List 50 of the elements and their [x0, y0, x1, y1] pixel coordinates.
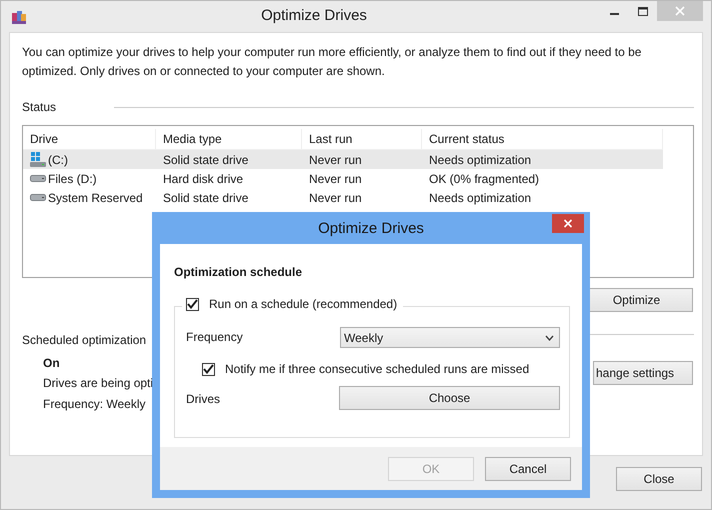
- column-header[interactable]: Media type: [156, 129, 302, 149]
- app-icon: [11, 9, 27, 25]
- maximize-icon: [638, 7, 648, 16]
- schedule-info: Frequency: Weekly: [43, 396, 146, 413]
- checkbox-label: Run on a schedule (recommended): [209, 297, 398, 311]
- section-label: Status: [22, 100, 56, 114]
- column-header[interactable]: Drive: [23, 129, 156, 149]
- column-header[interactable]: Last run: [302, 129, 422, 149]
- drive-icon: [30, 175, 46, 182]
- table-cell: System Reserved: [48, 190, 143, 204]
- table-cell-text: Never run: [308, 152, 363, 166]
- schedule-info: Drives are being opti: [43, 375, 154, 392]
- dialog-button[interactable]: Cancel: [485, 456, 571, 480]
- dialog-heading: Optimization schedule: [174, 265, 304, 279]
- windows-drive-icon: [30, 152, 46, 167]
- close-icon: [657, 1, 703, 21]
- checkbox[interactable]: [186, 298, 199, 310]
- close-button[interactable]: Close: [616, 467, 702, 491]
- window-title: Optimize Drives: [260, 6, 368, 24]
- field-label: Frequency: [186, 330, 243, 344]
- drive-row[interactable]: System Reserved Solid state drive Never run Needs optimization: [23, 188, 663, 207]
- drive-row[interactable]: (C:) Solid state drive Never run Needs optimization: [23, 150, 663, 169]
- column-header[interactable]: Current status: [422, 129, 663, 149]
- change-settings-button[interactable]: hange settings: [593, 361, 693, 385]
- dialog-title: Optimize Drives: [317, 219, 425, 237]
- table-cell-text: Never run: [308, 190, 363, 204]
- checkbox[interactable]: [202, 362, 215, 376]
- check-icon: [187, 299, 198, 309]
- table-cell-text: Solid state drive: [162, 152, 250, 166]
- close-icon: [552, 214, 584, 233]
- table-cell-text: OK (0% fragmented): [428, 172, 540, 186]
- table-cell-text: Needs optimization: [428, 152, 532, 166]
- schedule-state: On: [43, 355, 61, 372]
- table-cell-text: Solid state drive: [162, 190, 250, 204]
- choose-button[interactable]: Choose: [339, 386, 560, 410]
- drive-icon: [30, 194, 46, 201]
- caret-icon: [545, 334, 554, 340]
- checkbox-label: Notify me if three consecutive scheduled runs are missed: [225, 362, 530, 376]
- field-label: Drives: [186, 392, 220, 406]
- description-text: You can optimize your drives to help your computer run more efficiently, or analyze them to find out if they need to be optimized. Only drives on or connected to your computer are shown.: [22, 44, 642, 80]
- minimize-icon: [610, 13, 619, 15]
- table-cell-text: Hard disk drive: [162, 172, 244, 186]
- drive-row[interactable]: Files (D:) Hard disk drive Never run OK (0% fragmented): [23, 169, 663, 188]
- section-label: Scheduled optimization: [22, 333, 146, 347]
- check-icon: [203, 364, 214, 374]
- frequency-dropdown[interactable]: Weekly: [340, 327, 560, 348]
- table-cell: (C:): [48, 152, 68, 166]
- table-cell-text: Needs optimization: [428, 190, 532, 204]
- table-cell-text: Never run: [308, 172, 363, 186]
- table-cell: Files (D:): [48, 172, 97, 186]
